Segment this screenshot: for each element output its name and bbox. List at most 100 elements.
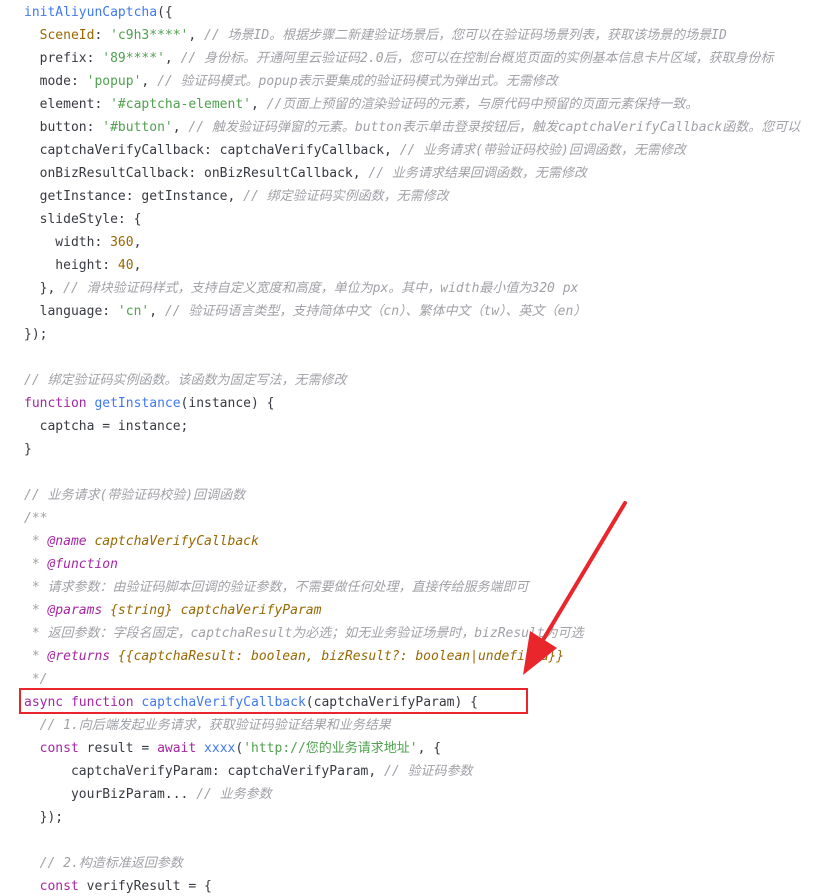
code-line: * 返回参数：字段名固定，captchaResult为必选；如无业务验证场景时，… [24,622,584,645]
code-line: }); [24,323,47,346]
code-viewer: initAliyunCaptcha({ SceneId: 'c9h3****',… [0,0,824,896]
code-token: const [39,741,79,756]
code-line: * @name captchaVerifyCallback [24,530,259,553]
code-line: prefix: '89****', // 身份标。开通阿里云验证码2.0后，您可… [24,47,774,70]
code-token: , [133,235,142,250]
code-token: slideStyle: { [24,212,142,227]
code-token: : [94,28,111,43]
code-token: // 验证码模式。popup表示要集成的验证码模式为弹出式。无需修改 [157,74,558,89]
code-line: }, // 滑块验证码样式，支持自定义宽度和高度，单位为px。其中，width最… [24,277,579,300]
code-line: const verifyResult = { [24,875,212,896]
code-line: SceneId: 'c9h3****', // 场景ID。根据步骤二新建验证场景… [24,24,727,47]
code-token: * 返回参数：字段名固定，captchaResult为必选；如无业务验证场景时，… [24,626,584,641]
code-token: , [188,28,205,43]
code-line: onBizResultCallback: onBizResultCallback… [24,162,587,185]
code-token: // 滑块验证码样式，支持自定义宽度和高度，单位为px。其中，width最小值为… [63,281,579,296]
code-token: // 业务参数 [196,787,272,802]
code-token: prefix: [24,51,103,66]
code-token: verifyResult = { [78,879,212,894]
code-token: // 绑定验证码实例函数，无需修改 [243,189,449,204]
code-token: // 业务请求(带验证码校验)回调函数 [24,488,246,503]
code-token: // 2.构造标准返回参数 [39,856,183,871]
code-token: 360 [110,235,134,250]
code-line: /** [24,507,47,530]
code-line: function getInstance(instance) { [24,392,274,415]
code-token: * [24,649,48,664]
code-line: slideStyle: { [24,208,142,231]
code-token: , [141,74,158,89]
code-token: '89****' [102,51,165,66]
code-line: * @params {string} captchaVerifyParam [24,599,322,622]
code-line: element: '#captcha-element', //页面上预留的渲染验… [24,93,699,116]
code-token: {{captchaResult: boolean, bizResult?: bo… [117,649,565,664]
code-token: 40 [117,258,134,273]
code-token: @name [47,534,87,549]
code-token: 'http://您的业务请求地址' [243,741,418,756]
code-line: } [24,438,32,461]
code-token: '#captcha-element' [110,97,251,112]
code-token: /** [24,511,48,526]
arrow-shaft [541,501,627,642]
code-token: ( [235,741,244,756]
code-token: , [133,258,142,273]
code-token: ({ [157,5,173,20]
code-token: , { [417,741,442,756]
code-token: // 1.向后端发起业务请求，获取验证码验证结果和业务结果 [39,718,391,733]
code-line: const result = await xxxx('http://您的业务请求… [24,737,441,760]
code-token: await [157,741,197,756]
code-token: , [149,304,165,319]
code-line: captcha = instance; [24,415,189,438]
code-token: result = [78,741,158,756]
code-token: captchaVerifyCallback [94,534,259,549]
highlight-box [19,688,528,714]
code-line: captchaVerifyCallback: captchaVerifyCall… [24,139,686,162]
code-token: language: [24,304,118,319]
code-line: mode: 'popup', // 验证码模式。popup表示要集成的验证码模式… [24,70,558,93]
code-line: // 1.向后端发起业务请求，获取验证码验证结果和业务结果 [24,714,391,737]
code-line: yourBizParam... // 业务参数 [24,783,272,806]
code-token: @function [47,557,118,572]
code-token: // 业务请求结果回调函数，无需修改 [368,166,587,181]
code-token: , [164,51,181,66]
code-line: captchaVerifyParam: captchaVerifyParam, … [24,760,473,783]
code-token: captchaVerifyParam [180,603,322,618]
code-token: 'popup' [86,74,142,89]
code-token: @returns [47,649,111,664]
code-token: height: [24,258,118,273]
code-token: (instance) { [180,396,275,411]
code-token: function [24,396,87,411]
code-token: * [24,534,48,549]
code-token: yourBizParam... [24,787,197,802]
code-token: getInstance: getInstance, [24,189,244,204]
code-token: mode: [24,74,87,89]
code-token: initAliyunCaptcha [24,5,158,20]
code-token: const [39,879,79,894]
code-token: SceneId [39,28,95,43]
code-token: }); [24,810,64,825]
code-token: onBizResultCallback: onBizResultCallback… [24,166,369,181]
code-line: height: 40, [24,254,141,277]
code-token: xxxx [204,741,236,756]
code-token: */ [24,672,48,687]
code-token: // 触发验证码弹窗的元素。button表示单击登录按钮后，触发captchaV… [188,120,801,135]
code-token: , [250,97,267,112]
code-token: }); [24,327,48,342]
code-token: {string} [110,603,173,618]
code-token: * [24,557,48,572]
code-token: 'cn' [117,304,150,319]
code-line: language: 'cn', // 验证码语言类型，支持简体中文（cn）、繁体… [24,300,587,323]
code-line: // 绑定验证码实例函数。该函数为固定写法，无需修改 [24,369,346,392]
code-token: '#button' [102,120,173,135]
code-token: * [24,603,48,618]
code-token: // 身份标。开通阿里云验证码2.0后，您可以在控制台概览页面的实例基本信息卡片… [180,51,774,66]
code-token: element: [24,97,111,112]
code-token: }, [24,281,64,296]
code-line: }); [24,806,64,829]
code-line: width: 360, [24,231,141,254]
code-token: 'c9h3****' [110,28,189,43]
